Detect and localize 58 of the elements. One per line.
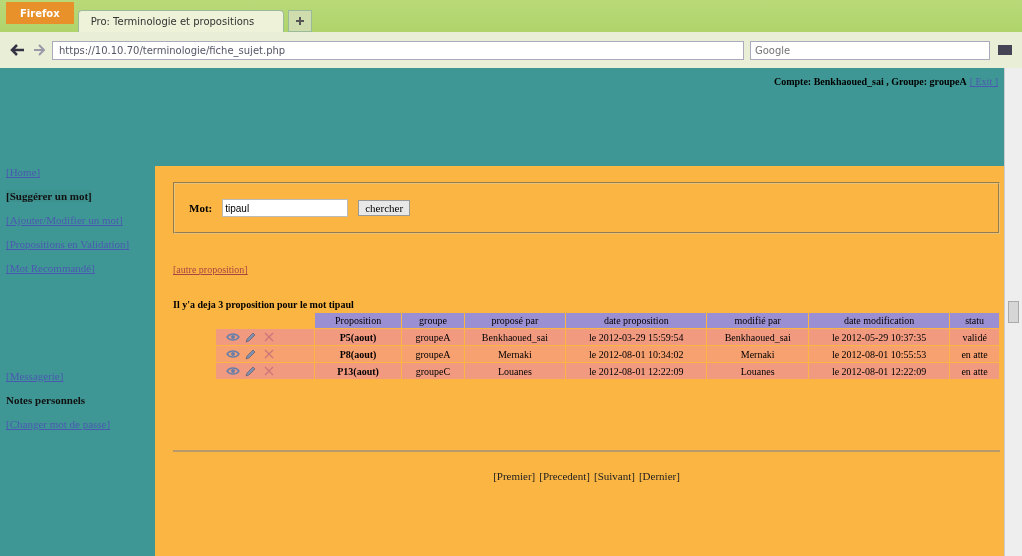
table-cell: le 2012-05-29 10:37:35 <box>809 329 950 345</box>
summary-text: Il y'a deja 3 proposition pour le mot tipaul <box>173 299 355 310</box>
search-label: Mot: <box>189 202 213 214</box>
column-header: groupe <box>402 313 464 328</box>
pencil-icon[interactable] <box>244 331 258 343</box>
scrollbar-thumb[interactable] <box>1008 301 1019 323</box>
view-icon[interactable] <box>226 365 240 377</box>
search-button[interactable]: chercher <box>358 200 411 216</box>
table-cell: validé <box>950 329 999 345</box>
column-header: date proposition <box>566 313 707 328</box>
table-cell: le 2012-08-01 12:22:09 <box>566 363 707 379</box>
pencil-icon[interactable] <box>244 365 258 377</box>
table-cell: le 2012-08-01 10:55:53 <box>809 346 950 362</box>
column-header: Proposition <box>314 313 402 328</box>
search-field[interactable]: Google <box>750 40 990 60</box>
column-header: proposé par <box>464 313 566 328</box>
table-cell: en atte <box>950 363 999 379</box>
table-cell: P5(aout) <box>314 329 402 345</box>
other-proposition-link[interactable]: [autre proposition] <box>173 264 248 275</box>
sidebar-link[interactable]: [Suggérer un mot] <box>6 190 92 202</box>
table-cell: Benkhaoued_sai <box>464 329 566 345</box>
forward-icon[interactable] <box>32 42 46 58</box>
table-cell: Mernaki <box>707 346 809 362</box>
plus-icon <box>294 16 305 26</box>
back-icon[interactable] <box>8 42 26 58</box>
pagination-link[interactable]: [Suivant] <box>594 470 635 482</box>
search-field[interactable]: tipaul <box>222 199 349 217</box>
table-cell: Benkhaoued_sai <box>707 329 809 345</box>
table-cell: P8(aout) <box>314 346 402 362</box>
pencil-icon[interactable] <box>244 348 258 360</box>
column-header: statu <box>950 313 999 328</box>
new-tab-button[interactable] <box>287 10 312 32</box>
view-icon[interactable] <box>226 348 240 360</box>
browser-tab[interactable]: Pro: Terminologie et propositions <box>77 10 284 32</box>
table-cell: le 2012-08-01 10:34:02 <box>566 346 707 362</box>
table-cell: Louanes <box>464 363 566 379</box>
column-header: modifié par <box>707 313 809 328</box>
table-cell: P13(aout) <box>314 363 402 379</box>
address-bar[interactable]: https://10.10.70/terminologie/fiche_sujet.php <box>52 40 744 60</box>
delete-icon[interactable] <box>262 365 276 377</box>
scrollbar[interactable] <box>1004 68 1022 556</box>
table-cell: Louanes <box>707 363 809 379</box>
pagination-link[interactable]: [Premier] <box>493 470 536 482</box>
table-cell: groupeA <box>402 346 464 362</box>
delete-icon[interactable] <box>262 331 276 343</box>
table-cell: le 2012-08-01 12:22:09 <box>809 363 950 379</box>
delete-icon[interactable] <box>262 348 276 360</box>
table-cell: Mernaki <box>464 346 566 362</box>
column-header: date modification <box>809 313 950 328</box>
account-info: Compte: Benkhaoued_sai , Groupe: groupeA <box>773 76 967 87</box>
table-cell: en atte <box>950 346 999 362</box>
section-heading: Notes personnels <box>6 394 86 406</box>
table-cell: le 2012-03-29 15:59:54 <box>566 329 707 345</box>
pagination-link[interactable]: [Dernier] <box>638 470 680 482</box>
view-icon[interactable] <box>226 331 240 343</box>
pagination-link[interactable]: [Precedent] <box>539 470 590 482</box>
table-cell: groupeC <box>402 363 464 379</box>
table-cell: groupeA <box>402 329 464 345</box>
